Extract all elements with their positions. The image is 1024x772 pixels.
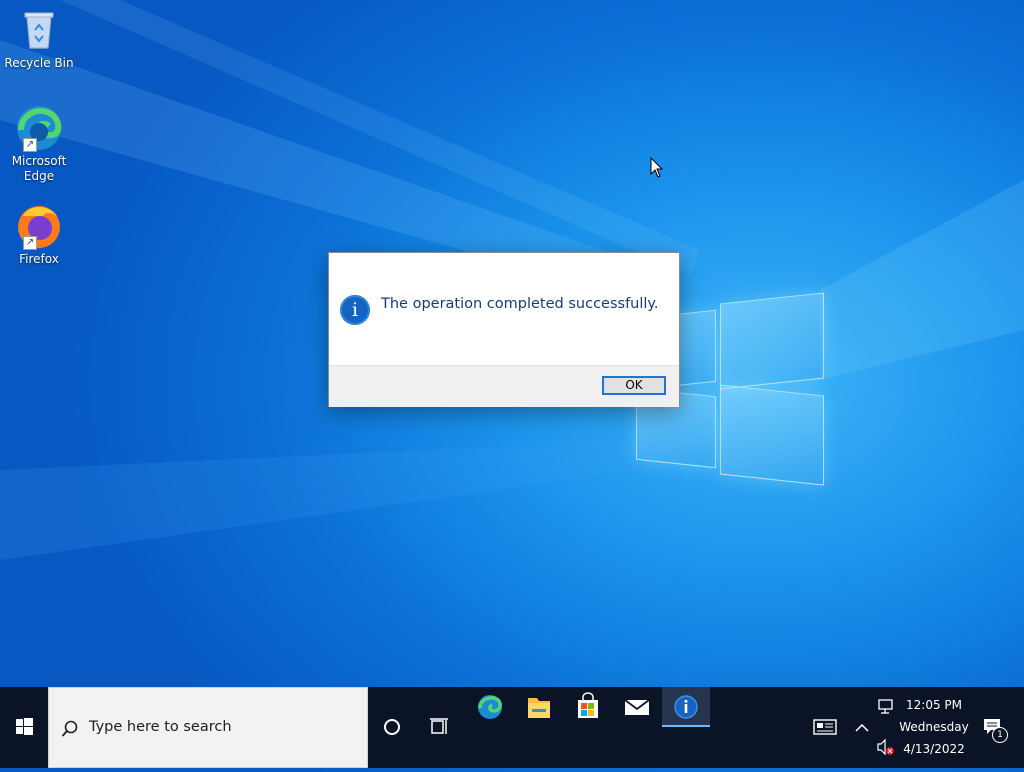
information-icon: i: [340, 295, 370, 325]
desktop-icon-label: Microsoft Edge: [11, 154, 67, 183]
desktop-icon-microsoft-edge[interactable]: ↗ Microsoft Edge: [4, 104, 74, 184]
news-and-interests-button[interactable]: [804, 687, 846, 768]
taskbar: Type here to search 12:05 PM Wednesday 4…: [0, 687, 1024, 768]
action-center-button[interactable]: 1: [976, 687, 1016, 768]
desktop-icon-label: Firefox: [19, 252, 59, 266]
cortana-icon: [384, 719, 400, 735]
search-icon: [61, 720, 78, 737]
mouse-cursor-icon: [650, 157, 664, 178]
network-button[interactable]: [874, 687, 898, 727]
edge-icon: [478, 695, 502, 719]
taskbar-search-box[interactable]: Type here to search: [48, 687, 368, 768]
chevron-up-icon: [855, 723, 869, 732]
dialog-body: i The operation completed successfully.: [329, 253, 679, 365]
show-hidden-icons-button[interactable]: [850, 687, 874, 768]
dialog-message: The operation completed successfully.: [381, 296, 659, 312]
volume-button[interactable]: [874, 727, 898, 767]
microsoft-store-icon: [578, 692, 598, 718]
cortana-button[interactable]: [368, 687, 416, 768]
clock-time: 12:05 PM: [906, 698, 962, 712]
windows-start-icon: [16, 718, 33, 735]
recycle-bin-icon: [15, 6, 63, 54]
ok-button[interactable]: OK: [602, 376, 666, 395]
start-button[interactable]: [0, 687, 48, 768]
news-icon: [813, 719, 837, 735]
taskbar-microsoft-store[interactable]: [564, 687, 612, 727]
volume-muted-icon: [877, 738, 894, 756]
notification-count-badge: 1: [992, 727, 1008, 743]
shortcut-arrow-icon: ↗: [23, 236, 37, 250]
search-placeholder: Type here to search: [89, 719, 232, 735]
clock-day: Wednesday: [899, 720, 969, 734]
taskbar-edge[interactable]: [466, 687, 514, 727]
desktop-icon-firefox[interactable]: ↗ Firefox: [4, 202, 74, 267]
task-view-icon: [430, 718, 448, 734]
mail-icon: [624, 699, 650, 715]
desktop-icon-recycle-bin[interactable]: Recycle Bin: [4, 6, 74, 71]
clock-date: 4/13/2022: [903, 742, 965, 756]
network-icon: [878, 699, 893, 714]
taskbar-file-explorer[interactable]: [515, 687, 563, 727]
taskbar-information-app[interactable]: [662, 687, 710, 727]
information-app-icon: [674, 695, 698, 719]
desktop-icon-label: Recycle Bin: [4, 56, 74, 70]
clock-button[interactable]: 12:05 PM Wednesday 4/13/2022: [898, 687, 970, 768]
taskbar-mail[interactable]: [613, 687, 661, 727]
firefox-icon: ↗: [15, 202, 63, 250]
shortcut-arrow-icon: ↗: [23, 138, 37, 152]
task-view-button[interactable]: [416, 687, 464, 768]
edge-icon: ↗: [15, 104, 63, 152]
message-box-dialog: i The operation completed successfully. …: [328, 252, 680, 407]
file-explorer-icon: [528, 698, 550, 718]
